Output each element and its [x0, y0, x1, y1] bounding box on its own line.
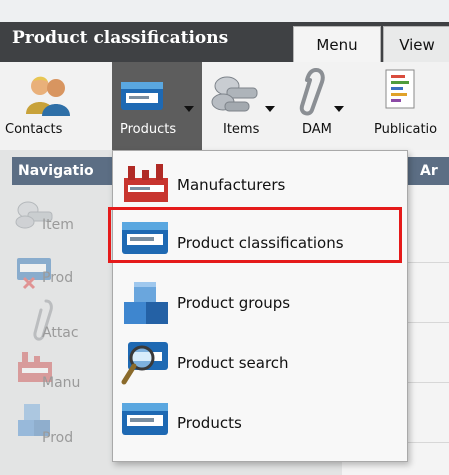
window-title: Product classifications [12, 28, 229, 48]
nav-item-product-groups[interactable]: Prod [42, 430, 73, 446]
products-button[interactable]: Products [112, 62, 202, 150]
magnifier-box-icon [121, 342, 168, 385]
contacts-icon [26, 76, 70, 116]
items-label: Items [223, 122, 260, 137]
cubes-icon [124, 282, 168, 324]
tab-view[interactable]: View [383, 26, 449, 63]
product-box-icon [122, 403, 168, 435]
tab-menu[interactable]: Menu [293, 26, 381, 63]
chevron-down-icon [265, 106, 275, 112]
publications-button[interactable]: Publicatio [362, 62, 449, 150]
publications-label: Publicatio [374, 122, 438, 137]
contacts-label: Contacts [5, 122, 63, 137]
chevron-down-icon [334, 106, 344, 112]
dam-label: DAM [302, 122, 332, 137]
factory-icon [124, 164, 168, 202]
menu-item-product-search-label: Product search [177, 354, 289, 372]
nav-item-manufacturers[interactable]: Manu [42, 375, 80, 391]
highlight-box [108, 207, 402, 263]
menu-item-product-groups-label: Product groups [177, 294, 291, 312]
product-box-icon [121, 82, 163, 110]
nav-item-items[interactable]: Item [42, 217, 74, 233]
chevron-down-icon [184, 106, 194, 112]
ribbon-toolbar: Contacts Products Items DAM Publicatio [0, 62, 449, 151]
products-label: Products [120, 122, 177, 137]
content-title: Ar [420, 163, 438, 179]
contacts-button[interactable]: Contacts [5, 62, 112, 150]
menu-item-manufacturers-label: Manufacturers [177, 176, 286, 194]
items-button[interactable]: Items [205, 62, 285, 150]
menu-item-products-label: Products [177, 414, 242, 432]
nav-item-attachments[interactable]: Attac [42, 325, 79, 341]
menu-item-products[interactable] [118, 396, 402, 444]
paperclip-icon [299, 68, 325, 116]
navigation-title: Navigatio [18, 163, 94, 179]
publication-icon [385, 69, 415, 109]
dam-button[interactable]: DAM [290, 62, 355, 150]
bolts-icon [211, 76, 258, 112]
nav-item-product-classifications[interactable]: Prod [42, 270, 73, 286]
